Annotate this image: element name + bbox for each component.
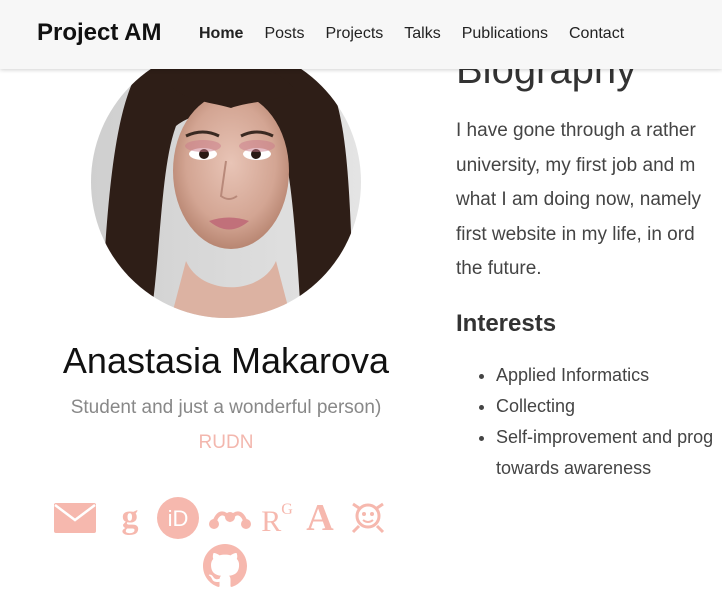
mendeley-icon[interactable] [208, 496, 252, 540]
profile-card: Anastasia Makarova Student and just a wo… [0, 0, 452, 604]
nav-links: Home Posts Projects Talks Publications C… [199, 25, 645, 43]
nav-publications-link[interactable]: Publications [462, 25, 548, 43]
avatar [91, 46, 361, 318]
researchgate-icon[interactable]: R G [260, 496, 294, 540]
nav-contact-link[interactable]: Contact [569, 25, 624, 43]
profile-organization-link[interactable]: RUDN [0, 432, 452, 454]
google-scholar-icon-glyph: g [121, 499, 139, 536]
biography-line: university, my first job and m [456, 154, 696, 176]
main-content: Biography I have gone through a rather u… [456, 0, 722, 604]
orcid-icon[interactable]: iD [156, 496, 200, 540]
interest-item: Self-improvement and prog towards awaren… [496, 422, 722, 484]
biography-line: what I am doing now, namely [456, 189, 702, 210]
academia-icon[interactable]: A [302, 496, 338, 540]
interest-item: Collecting [496, 391, 722, 422]
nav-projects-link[interactable]: Projects [325, 25, 383, 43]
interest-item: Applied Informatics [496, 360, 722, 391]
envelope-icon[interactable] [54, 496, 96, 540]
nav-home-link[interactable]: Home [199, 25, 243, 43]
github-icon[interactable] [203, 544, 247, 588]
top-navbar: Project AM Home Posts Projects Talks Pub… [0, 0, 722, 69]
nav-talks-link[interactable]: Talks [404, 25, 440, 43]
biography-line: the future. [456, 258, 542, 279]
profile-name: Anastasia Makarova [62, 340, 390, 381]
avatar-image [91, 46, 361, 318]
interest-item-text: Self-improvement and prog [496, 427, 714, 447]
academia-icon-glyph: A [306, 497, 334, 539]
interest-item-continuation: towards awareness [496, 458, 652, 478]
biography-text: I have gone through a rather university,… [456, 114, 722, 287]
site-brand-link[interactable]: Project AM [37, 19, 161, 47]
biography-line: I have gone through a rather [456, 120, 696, 141]
researchgate-icon-g: G [281, 501, 293, 518]
interests-heading: Interests [456, 310, 557, 337]
interests-list: Applied Informatics Collecting Self-impr… [456, 360, 722, 484]
google-scholar-icon[interactable]: g [114, 496, 146, 540]
biography-line: first website in my life, in ord [456, 223, 695, 245]
nav-posts-link[interactable]: Posts [264, 25, 304, 43]
orcid-icon-text: iD [168, 506, 189, 531]
researchgate-icon-r: R [261, 505, 282, 538]
kaggle-icon[interactable] [348, 496, 388, 540]
social-links: g iD R G A [50, 496, 400, 542]
profile-role: Student and just a wonderful person) [70, 397, 382, 418]
